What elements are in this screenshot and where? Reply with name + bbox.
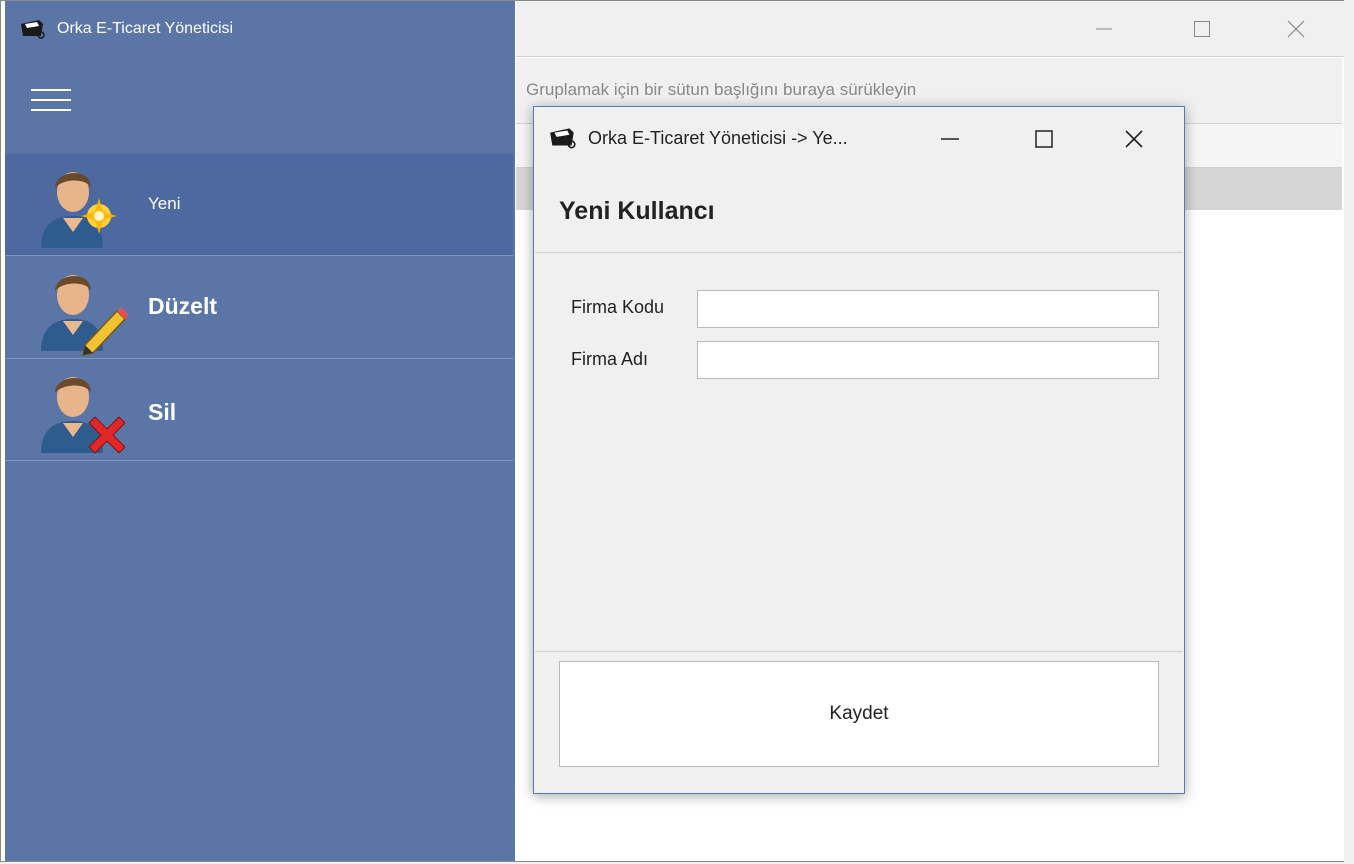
user-edit-icon xyxy=(41,275,129,356)
dialog-heading: Yeni Kullancı xyxy=(559,197,715,225)
minimize-icon[interactable] xyxy=(1082,9,1126,49)
divider xyxy=(535,651,1183,652)
firma-adi-input[interactable] xyxy=(697,341,1159,379)
hamburger-icon[interactable] xyxy=(31,89,73,117)
firma-kodu-label: Firma Kodu xyxy=(571,297,665,317)
dialog-titlebar: Orka E-Ticaret Yöneticisi -> Ye... xyxy=(534,107,1184,169)
user-delete-icon xyxy=(41,377,126,454)
robot-icon xyxy=(550,128,576,149)
divider xyxy=(535,252,1183,253)
sidebar-item-sil[interactable]: Sil xyxy=(5,359,513,461)
save-button[interactable]: Kaydet xyxy=(559,661,1159,767)
minimize-icon[interactable] xyxy=(930,121,970,157)
sidebar-item-label: Yeni xyxy=(148,194,181,213)
close-icon[interactable] xyxy=(1274,9,1318,49)
sidebar: Orka E-Ticaret Yöneticisi Yeni Düzelt Si… xyxy=(5,1,515,861)
window-controls xyxy=(516,1,1344,57)
new-user-dialog: Orka E-Ticaret Yöneticisi -> Ye... Yeni … xyxy=(533,106,1185,794)
user-new-icon xyxy=(41,172,117,248)
sidebar-item-yeni[interactable]: Yeni xyxy=(5,154,513,256)
sidebar-item-label: Düzelt xyxy=(148,293,217,319)
dialog-title: Orka E-Ticaret Yöneticisi -> Ye... xyxy=(588,127,848,148)
maximize-icon[interactable] xyxy=(1180,9,1224,49)
firma-adi-label: Firma Adı xyxy=(571,349,649,369)
maximize-icon[interactable] xyxy=(1024,121,1064,157)
app-title: Orka E-Ticaret Yöneticisi xyxy=(57,20,234,37)
firma-kodu-input[interactable] xyxy=(697,290,1159,328)
robot-icon xyxy=(21,20,45,39)
app-title-bar: Orka E-Ticaret Yöneticisi xyxy=(5,1,515,57)
sidebar-item-duzelt[interactable]: Düzelt xyxy=(5,257,513,359)
sidebar-item-label: Sil xyxy=(148,399,177,425)
close-icon[interactable] xyxy=(1114,121,1154,157)
